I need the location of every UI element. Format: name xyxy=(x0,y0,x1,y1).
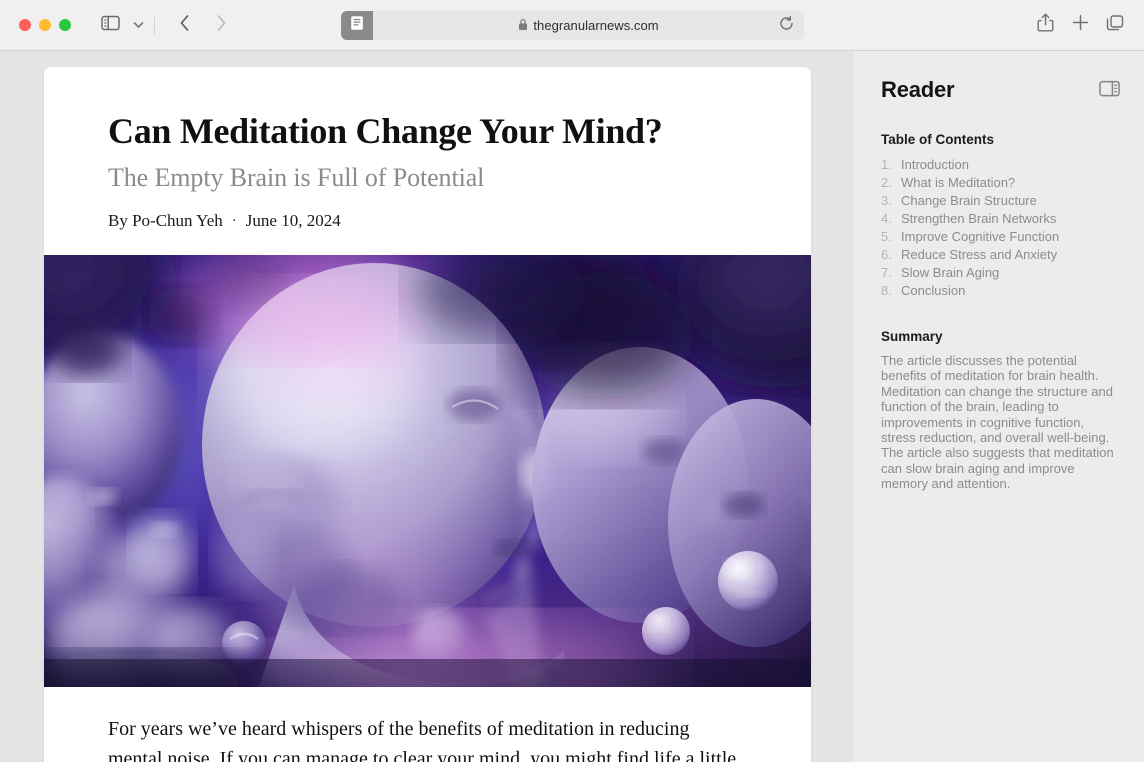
tab-overview-icon xyxy=(1106,14,1124,37)
lock-icon xyxy=(518,18,528,34)
toc-item-number: 2. xyxy=(881,175,892,191)
toc-item-what-is-meditation[interactable]: 2. What is Meditation? xyxy=(881,174,1120,192)
reload-button[interactable] xyxy=(775,11,797,40)
reader-sidebar-header: Reader xyxy=(881,77,1120,103)
browser-window: thegranularnews.com Can Meditation Chang… xyxy=(0,0,1144,762)
toc-item-label: Reduce Stress and Anxiety xyxy=(901,247,1058,263)
sidebar-right-icon xyxy=(1099,80,1120,101)
page-content-area: Can Meditation Change Your Mind? The Emp… xyxy=(0,51,853,762)
url-input[interactable]: thegranularnews.com xyxy=(367,11,804,40)
address-bar-container: thegranularnews.com xyxy=(341,11,804,40)
sidebar-toggle-button[interactable] xyxy=(95,11,125,39)
close-button[interactable] xyxy=(19,19,31,31)
back-button[interactable] xyxy=(170,11,200,39)
toc-item-number: 1. xyxy=(881,157,892,173)
new-tab-button[interactable] xyxy=(1065,11,1095,39)
toc-item-label: Improve Cognitive Function xyxy=(901,229,1060,245)
article-hero-image xyxy=(44,255,811,688)
toc-item-label: What is Meditation? xyxy=(901,175,1016,191)
page-title: Can Meditation Change Your Mind? xyxy=(108,111,663,151)
tab-overview-button[interactable] xyxy=(1100,11,1130,39)
toc-item-number: 5. xyxy=(881,229,892,245)
byline-date: June 10, 2024 xyxy=(245,211,341,231)
toc-item-label: Introduction xyxy=(901,157,969,173)
plus-icon xyxy=(1072,14,1089,36)
reader-panel-toggle-button[interactable] xyxy=(1099,77,1120,102)
toolbar-right-group xyxy=(1030,11,1130,39)
toc-item-slow-brain-aging[interactable]: 7. Slow Brain Aging xyxy=(881,264,1120,282)
toc-item-introduction[interactable]: 1. Introduction xyxy=(881,156,1120,174)
reader-mode-icon xyxy=(350,15,364,36)
toc-item-reduce-stress-and-anxiety[interactable]: 6. Reduce Stress and Anxiety xyxy=(881,246,1120,264)
toc-heading: Table of Contents xyxy=(881,132,994,147)
toc-item-number: 3. xyxy=(881,193,892,209)
article-subheadline: The Empty Brain is Full of Potential xyxy=(108,163,485,193)
chevron-left-icon xyxy=(179,14,191,37)
toc-item-number: 6. xyxy=(881,247,892,263)
toc-item-number: 4. xyxy=(881,211,892,227)
toc-item-strengthen-brain-networks[interactable]: 4. Strengthen Brain Networks xyxy=(881,210,1120,228)
byline-separator: · xyxy=(231,212,237,229)
share-icon xyxy=(1037,13,1054,37)
sidebar-left-icon xyxy=(100,15,120,36)
article-body-paragraph: For years we’ve heard whispers of the be… xyxy=(108,718,737,762)
sidebar-options-dropdown[interactable] xyxy=(127,11,149,39)
browser-toolbar: thegranularnews.com xyxy=(0,0,1144,51)
toc-item-conclusion[interactable]: 8. Conclusion xyxy=(881,282,1120,300)
reload-icon xyxy=(779,15,794,36)
byline-author: By Po-Chun Yeh xyxy=(108,211,223,231)
article-byline: By Po-Chun Yeh · June 10, 2024 xyxy=(108,211,747,255)
article-header: Can Meditation Change Your Mind? The Emp… xyxy=(44,67,811,255)
window-controls xyxy=(19,19,71,31)
toc-item-label: Strengthen Brain Networks xyxy=(901,211,1057,227)
chevron-right-icon xyxy=(215,14,227,37)
url-display: thegranularnews.com xyxy=(518,18,659,34)
summary-text: The article discusses the potential bene… xyxy=(881,352,1114,492)
navigation-group xyxy=(170,11,236,39)
toolbar-divider xyxy=(154,16,155,34)
toc-item-number: 7. xyxy=(881,265,892,281)
maximize-button[interactable] xyxy=(59,19,71,31)
toc-item-label: Slow Brain Aging xyxy=(901,265,1000,281)
forward-button[interactable] xyxy=(206,11,236,39)
toc-item-label: Change Brain Structure xyxy=(901,193,1037,209)
toc-item-improve-cognitive-function[interactable]: 5. Improve Cognitive Function xyxy=(881,228,1120,246)
reader-mode-button[interactable] xyxy=(341,11,373,40)
toolbar-left-group xyxy=(95,11,236,39)
toc-item-label: Conclusion xyxy=(901,283,966,299)
url-text: thegranularnews.com xyxy=(533,18,659,33)
reader-sidebar-title: Reader xyxy=(881,77,955,102)
summary-heading: Summary xyxy=(881,328,943,344)
article-card: Can Meditation Change Your Mind? The Emp… xyxy=(44,67,811,762)
reader-sidebar: Reader Table of Contents 1. Introduction xyxy=(853,51,1144,762)
toc-item-number: 8. xyxy=(881,283,892,299)
chevron-down-icon xyxy=(133,16,144,34)
toc-item-change-brain-structure[interactable]: 3. Change Brain Structure xyxy=(881,192,1120,210)
minimize-button[interactable] xyxy=(39,19,51,31)
table-of-contents: 1. Introduction 2. What is Meditation? 3… xyxy=(881,156,1120,300)
share-button[interactable] xyxy=(1030,11,1060,39)
